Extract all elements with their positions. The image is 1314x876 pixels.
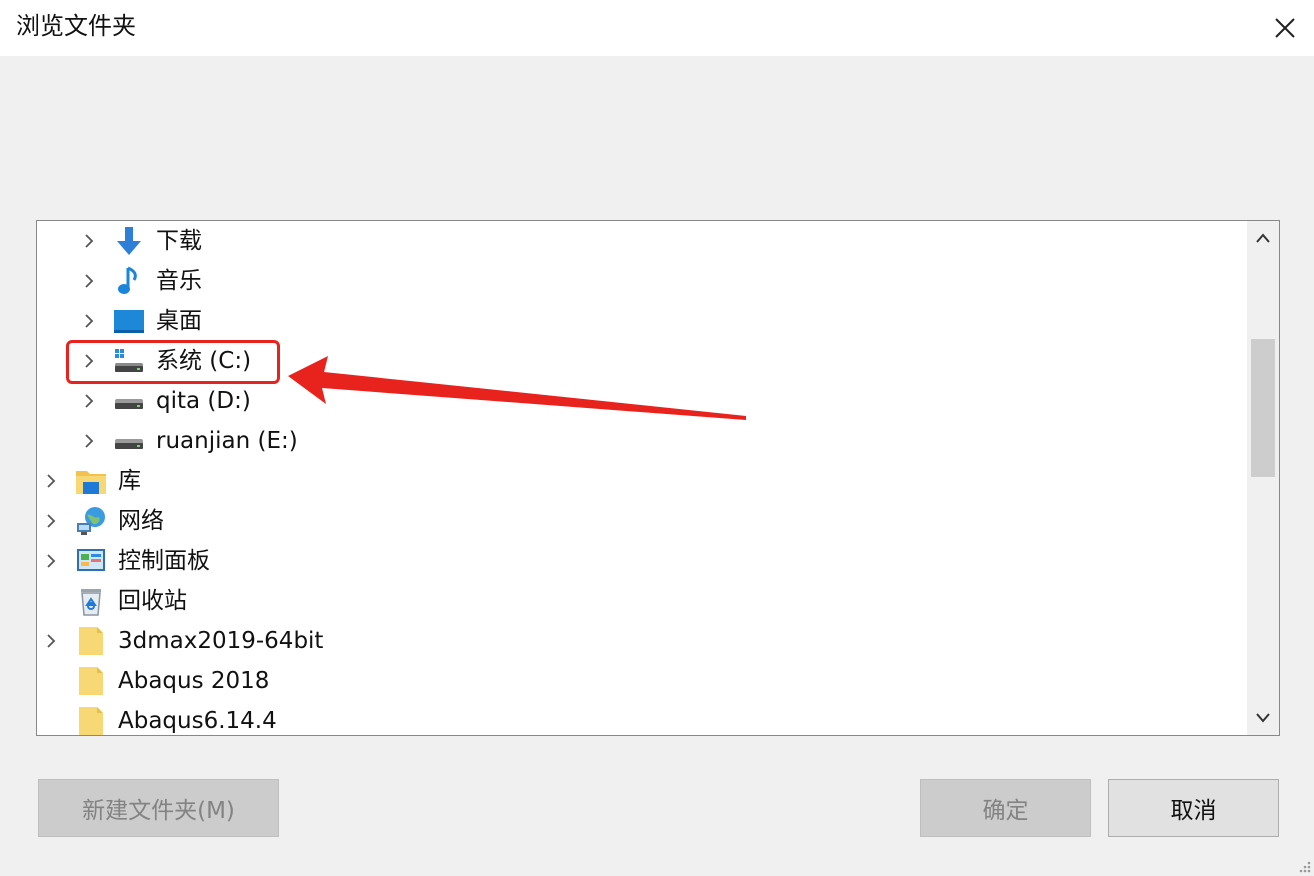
chevron-right-icon[interactable] xyxy=(41,511,61,531)
chevron-right-icon[interactable] xyxy=(79,231,99,251)
vertical-scrollbar[interactable] xyxy=(1247,221,1279,735)
drive-icon xyxy=(113,385,145,417)
new-folder-button[interactable]: 新建文件夹(M) xyxy=(38,779,279,837)
tree-item-label: 系统 (C:) xyxy=(156,348,252,374)
scrollbar-thumb[interactable] xyxy=(1251,339,1275,477)
ok-button[interactable]: 确定 xyxy=(920,779,1091,837)
chevron-down-icon xyxy=(1256,713,1270,723)
dialog-title: 浏览文件夹 xyxy=(16,12,136,40)
tree-item-downloads[interactable]: 下载 xyxy=(37,221,1247,261)
chevron-right-icon[interactable] xyxy=(41,551,61,571)
control-panel-icon xyxy=(75,545,107,577)
chevron-right-icon[interactable] xyxy=(79,271,99,291)
tree-item-label: 回收站 xyxy=(118,588,187,614)
tree-item-folder[interactable]: 3dmax2019-64bit xyxy=(37,621,1247,661)
system-drive-icon xyxy=(113,345,145,377)
network-icon xyxy=(75,505,107,537)
scroll-up-button[interactable] xyxy=(1247,221,1279,255)
tree-item-drive-e[interactable]: ruanjian (E:) xyxy=(37,421,1247,461)
tree-item-label: 桌面 xyxy=(156,308,202,334)
tree-item-label: 3dmax2019-64bit xyxy=(118,628,324,654)
tree-item-folder[interactable]: Abaqus6.14.4 xyxy=(37,701,1247,735)
folder-tree[interactable]: 下载 音乐 桌面 系统 (C:) qita (D:) ruanjian (E:)… xyxy=(36,220,1280,736)
tree-item-drive-d[interactable]: qita (D:) xyxy=(37,381,1247,421)
folder-icon xyxy=(75,665,107,697)
tree-item-music[interactable]: 音乐 xyxy=(37,261,1247,301)
chevron-right-icon[interactable] xyxy=(41,631,61,651)
tree-item-system-drive[interactable]: 系统 (C:) xyxy=(37,341,1247,381)
tree-item-network[interactable]: 网络 xyxy=(37,501,1247,541)
tree-item-label: Abaqus6.14.4 xyxy=(118,708,277,734)
tree-item-label: 网络 xyxy=(118,508,164,534)
folder-icon xyxy=(75,705,107,735)
chevron-up-icon xyxy=(1256,233,1270,243)
tree-item-label: ruanjian (E:) xyxy=(156,428,298,454)
tree-item-control-panel[interactable]: 控制面板 xyxy=(37,541,1247,581)
chevron-right-icon[interactable] xyxy=(79,391,99,411)
tree-item-label: 控制面板 xyxy=(118,548,210,574)
close-button[interactable] xyxy=(1256,0,1314,56)
tree-item-label: 音乐 xyxy=(156,268,202,294)
tree-item-label: qita (D:) xyxy=(156,388,251,414)
drive-icon xyxy=(113,425,145,457)
folder-icon xyxy=(75,625,107,657)
tree-item-label: Abaqus 2018 xyxy=(118,668,270,694)
tree-item-libraries[interactable]: 库 xyxy=(37,461,1247,501)
tree-item-desktop[interactable]: 桌面 xyxy=(37,301,1247,341)
music-icon xyxy=(113,265,145,297)
chevron-right-icon[interactable] xyxy=(79,351,99,371)
tree-item-folder[interactable]: Abaqus 2018 xyxy=(37,661,1247,701)
tree-item-label: 下载 xyxy=(156,228,202,254)
chevron-right-icon[interactable] xyxy=(79,431,99,451)
tree-item-label: 库 xyxy=(118,468,141,494)
tree-item-recycle-bin[interactable]: 回收站 xyxy=(37,581,1247,621)
download-icon xyxy=(113,225,145,257)
chevron-right-icon[interactable] xyxy=(79,311,99,331)
title-bar: 浏览文件夹 xyxy=(0,0,1314,56)
library-icon xyxy=(75,465,107,497)
close-icon xyxy=(1275,18,1295,38)
desktop-icon xyxy=(113,305,145,337)
cancel-button[interactable]: 取消 xyxy=(1108,779,1279,837)
recycle-bin-icon xyxy=(75,585,107,617)
chevron-right-icon[interactable] xyxy=(41,471,61,491)
scroll-down-button[interactable] xyxy=(1247,701,1279,735)
resize-grip-icon[interactable] xyxy=(1296,858,1312,874)
